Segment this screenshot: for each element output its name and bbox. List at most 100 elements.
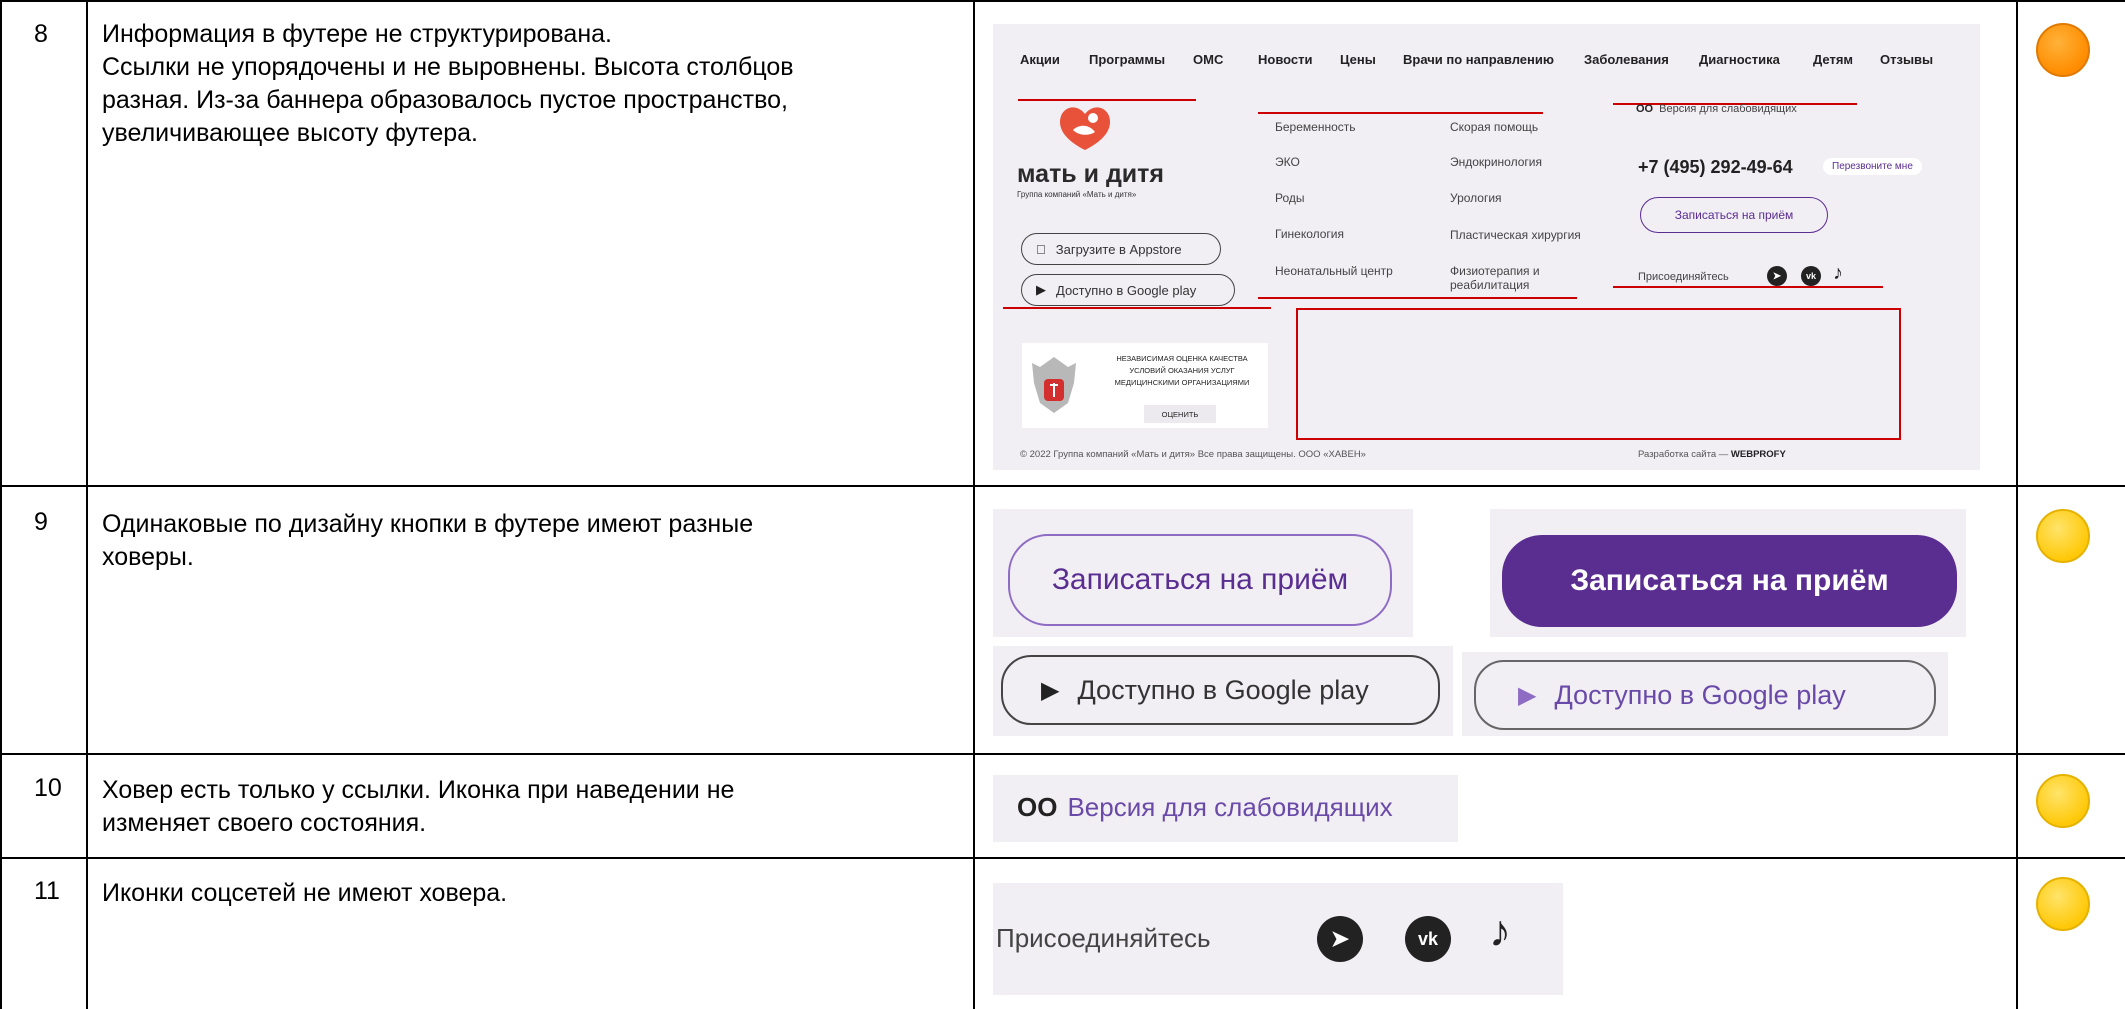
developer-prefix: Разработка сайта —	[1638, 449, 1731, 460]
description-line: Информация в футере не структурирована.	[102, 20, 612, 48]
red-mark	[1258, 297, 1577, 299]
row-description: Ховер есть только у ссылки. Иконка при н…	[102, 774, 962, 840]
description-line: Иконки соцсетей не имеют ховера.	[102, 879, 508, 907]
googleplay-label: Доступно в Google play	[1056, 282, 1197, 298]
appointment-button-default[interactable]: Записаться на приём	[1008, 534, 1392, 626]
vision-label: Версия для слабовидящих	[1067, 792, 1393, 822]
play-icon: ▶	[1518, 681, 1537, 709]
googleplay-button-default[interactable]: ▶ Доступно в Google play	[1001, 655, 1440, 725]
tiktok-icon[interactable]: ♪	[1489, 907, 1511, 957]
banner-line: НЕЗАВИСИМАЯ ОЦЕНКА КАЧЕСТВА	[1116, 354, 1248, 363]
googleplay-button[interactable]: ▶ Доступно в Google play	[1021, 274, 1235, 306]
logo-icon	[1055, 100, 1115, 152]
googleplay-button-hover[interactable]: ▶ Доступно в Google play	[1474, 660, 1936, 730]
vision-shot: OO Версия для слабовидящих	[993, 775, 1458, 842]
row-description: Одинаковые по дизайну кнопки в футере им…	[102, 508, 962, 574]
telegram-icon[interactable]: ➤	[1767, 266, 1787, 286]
vk-icon[interactable]: vk	[1801, 266, 1821, 286]
row-description: Информация в футере не структурирована. …	[102, 18, 962, 150]
appstore-label: Загрузите в Appstore	[1046, 241, 1182, 257]
footer-screenshot: Акции Программы ОМС Новости Цены Врачи п…	[993, 24, 1980, 470]
banner-line: МЕДИЦИНСКИМИ ОРГАНИЗАЦИЯМИ	[1114, 378, 1250, 387]
nav-item[interactable]: Врачи по направлению	[1403, 52, 1554, 67]
vision-link-large[interactable]: OO Версия для слабовидящих	[1017, 792, 1393, 823]
glasses-icon: OO	[1636, 103, 1654, 115]
glasses-icon: OO	[1017, 792, 1058, 822]
nav-item[interactable]: Заболевания	[1584, 52, 1669, 67]
telegram-icon[interactable]: ➤	[1317, 916, 1363, 962]
googleplay-label: Доступно в Google play	[1554, 679, 1846, 710]
googleplay-default-shot: ▶ Доступно в Google play	[993, 646, 1453, 736]
row-divider	[0, 857, 2125, 859]
footer-nav: Акции Программы ОМС Новости Цены Врачи п…	[993, 52, 1980, 72]
quality-banner[interactable]: НЕЗАВИСИМАЯ ОЦЕНКА КАЧЕСТВА УСЛОВИЙ ОКАЗ…	[1022, 343, 1268, 428]
footer-link[interactable]: Физиотерапия и	[1450, 264, 1540, 278]
description-line: Ховер есть только у ссылки. Иконка при н…	[102, 776, 735, 804]
banner-line: УСЛОВИЙ ОКАЗАНИЯ УСЛУГ	[1129, 366, 1235, 375]
play-icon: ▶	[1041, 676, 1060, 704]
appstore-button[interactable]:  Загрузите в Appstore	[1021, 233, 1221, 265]
footer-link[interactable]: Скорая помощь	[1450, 120, 1538, 134]
callback-button[interactable]: Перезвоните мне	[1823, 158, 1922, 175]
severity-orange-icon	[2036, 23, 2090, 77]
severity-yellow-icon	[2036, 509, 2090, 563]
row-number: 8	[34, 20, 48, 48]
nav-item[interactable]: Программы	[1089, 52, 1165, 67]
vision-label: Версия для слабовидящих	[1659, 103, 1797, 115]
description-line: Ссылки не упорядочены и не выровнены. Вы…	[102, 53, 794, 81]
footer-link[interactable]: Роды	[1275, 191, 1305, 205]
logo-text: мать и дитя	[1017, 160, 1165, 188]
nav-item[interactable]: Акции	[1020, 52, 1060, 67]
developer-name: WEBPROFY	[1730, 449, 1786, 460]
row-number: 11	[34, 877, 60, 905]
googleplay-label: Доступно в Google play	[1077, 674, 1369, 705]
googleplay-hover-shot: ▶ Доступно в Google play	[1462, 652, 1948, 736]
severity-yellow-icon	[2036, 774, 2090, 828]
play-icon: ▶	[1036, 282, 1046, 297]
red-mark	[1258, 112, 1543, 114]
social-shot: Присоединяйтесь ➤ vk ♪	[993, 883, 1563, 995]
row-number: 10	[34, 774, 62, 802]
footer-link[interactable]: реабилитация	[1450, 278, 1529, 292]
copyright: © 2022 Группа компаний «Мать и дитя» Все…	[1020, 449, 1366, 460]
red-mark	[1613, 286, 1883, 288]
description-line: увеличивающее высоту футера.	[102, 119, 478, 147]
footer-link[interactable]: Эндокринология	[1450, 155, 1542, 169]
rate-button[interactable]: ОЦЕНИТЬ	[1144, 405, 1216, 423]
nav-item[interactable]: Новости	[1258, 52, 1313, 67]
severity-yellow-icon	[2036, 877, 2090, 931]
apple-icon: 	[1036, 242, 1046, 257]
row-divider	[0, 0, 2125, 2]
description-line: изменяет своего состояния.	[102, 809, 427, 837]
empty-space-box	[1296, 308, 1901, 440]
banner-text: НЕЗАВИСИМАЯ ОЦЕНКА КАЧЕСТВА УСЛОВИЙ ОКАЗ…	[1102, 353, 1262, 389]
footer-link[interactable]: Урология	[1450, 191, 1502, 205]
nav-item[interactable]: Детям	[1813, 52, 1853, 67]
nav-item[interactable]: Диагностика	[1699, 52, 1780, 67]
nav-item[interactable]: ОМС	[1193, 52, 1223, 67]
phone-number[interactable]: +7 (495) 292-49-64	[1638, 157, 1793, 178]
row-divider	[0, 485, 2125, 487]
footer-link[interactable]: Гинекология	[1275, 227, 1344, 241]
appointment-button-hover[interactable]: Записаться на приём	[1502, 535, 1957, 627]
row-number: 9	[34, 508, 48, 536]
footer-link[interactable]: Пластическая хирургия	[1450, 228, 1581, 242]
appointment-button[interactable]: Записаться на приём	[1640, 197, 1828, 233]
footer-link[interactable]: ЭКО	[1275, 155, 1300, 169]
vision-link[interactable]: OO Версия для слабовидящих	[1636, 103, 1797, 115]
join-label: Присоединяйтесь	[1638, 271, 1729, 283]
red-mark	[1003, 307, 1271, 309]
footer-link[interactable]: Неонатальный центр	[1275, 264, 1393, 278]
developer-credit[interactable]: Разработка сайта — WEBPROFY	[1638, 449, 1786, 460]
issues-table: 8 Информация в футере не структурирована…	[0, 0, 2125, 1009]
footer-link[interactable]: Беременность	[1275, 120, 1356, 134]
row-description: Иконки соцсетей не имеют ховера.	[102, 877, 962, 910]
description-line: ховеры.	[102, 543, 194, 571]
vk-icon[interactable]: vk	[1405, 916, 1451, 962]
nav-item[interactable]: Отзывы	[1880, 52, 1933, 67]
row-divider	[0, 753, 2125, 755]
button-hover-shot: Записаться на приём	[1490, 509, 1966, 637]
tiktok-icon[interactable]: ♪	[1833, 262, 1843, 285]
nav-item[interactable]: Цены	[1340, 52, 1376, 67]
description-line: разная. Из-за баннера образовалось пусто…	[102, 86, 788, 114]
